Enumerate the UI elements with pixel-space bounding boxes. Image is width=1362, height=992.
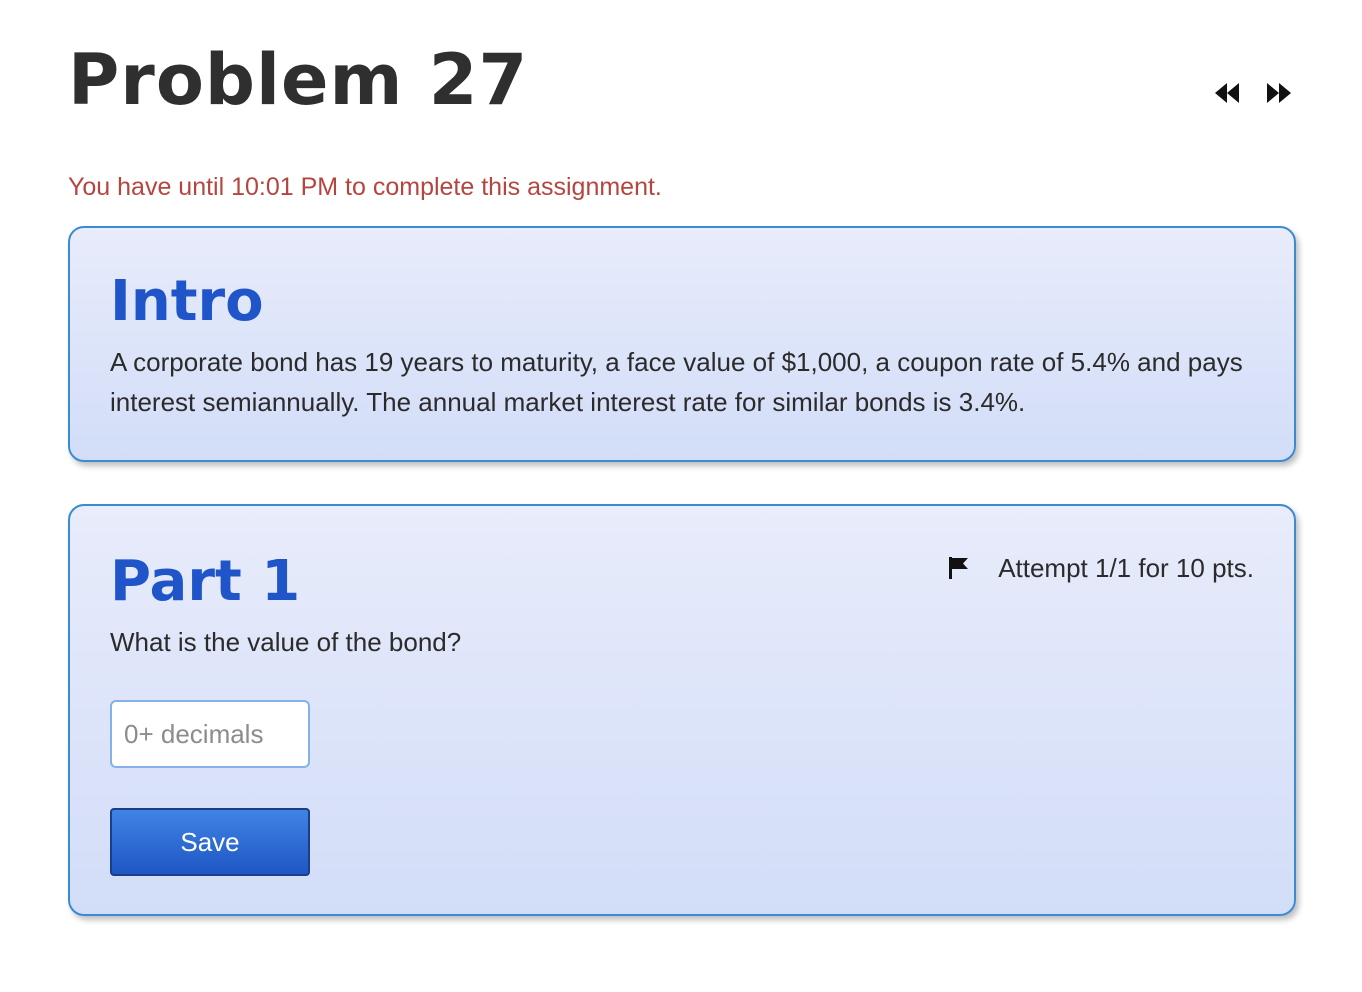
- page: Problem 27 You have until 10:01 PM to co…: [0, 0, 1362, 992]
- intro-card: Intro A corporate bond has 19 years to m…: [68, 226, 1296, 462]
- attempt-info: Attempt 1/1 for 10 pts.: [948, 552, 1254, 584]
- part-card: Part 1 Attempt 1/1 for 10 pts. What is t…: [68, 504, 1296, 916]
- fast-forward-icon: [1267, 83, 1291, 103]
- flag-icon[interactable]: [948, 556, 970, 580]
- intro-text: A corporate bond has 19 years to maturit…: [110, 347, 1243, 417]
- part-title: Part 1: [110, 549, 301, 614]
- deadline-notice: You have until 10:01 PM to complete this…: [68, 173, 662, 201]
- question-text: What is the value of the bond?: [110, 627, 462, 657]
- attempt-label: Attempt 1/1 for 10 pts.: [998, 553, 1254, 583]
- save-button[interactable]: Save: [110, 808, 310, 876]
- previous-problem-button[interactable]: [1212, 80, 1242, 106]
- answer-input[interactable]: [110, 700, 310, 768]
- intro-title: Intro: [110, 269, 264, 334]
- header: Problem 27: [68, 40, 1308, 130]
- problem-navigation: [1212, 80, 1294, 106]
- next-problem-button[interactable]: [1264, 80, 1294, 106]
- page-title: Problem 27: [68, 39, 529, 121]
- rewind-icon: [1215, 83, 1239, 103]
